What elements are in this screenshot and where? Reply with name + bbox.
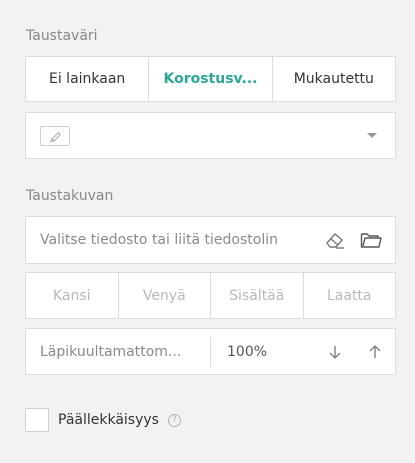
background-settings-panel: Taustaväri Ei lainkaan Korostusv... Muka… [0,0,415,463]
fit-tile-button[interactable]: Laatta [304,273,396,318]
mode-accent-button[interactable]: Korostusv... [149,57,273,101]
opacity-label: Läpikuultamattom... [26,336,211,367]
background-color-mode-selector: Ei lainkaan Korostusv... Mukautettu [25,56,396,102]
mode-custom-button[interactable]: Mukautettu [273,57,395,101]
arrow-up-icon[interactable] [355,337,395,367]
mode-none-button[interactable]: Ei lainkaan [26,57,150,101]
eraser-icon[interactable] [321,226,349,254]
color-select[interactable] [25,112,396,159]
background-image-label: Taustakuvan [26,188,114,204]
fit-cover-button[interactable]: Kansi [26,273,119,318]
overlap-option: Päällekkäisyys ? [25,408,181,432]
opacity-value-input[interactable]: 100% [211,344,315,360]
overlap-label: Päällekkäisyys [58,412,159,428]
opacity-control: Läpikuultamattom... 100% [25,328,396,375]
arrow-down-icon[interactable] [315,337,355,367]
background-image-input: Valitse tiedosto tai liitä tiedostolin [25,216,396,264]
image-fit-selector: Kansi Venyä Sisältää Laatta [25,272,396,319]
brush-icon [40,125,70,146]
help-icon[interactable]: ? [167,413,181,427]
file-url-input[interactable]: Valitse tiedosto tai liitä tiedostolin [40,232,313,248]
fit-contain-button[interactable]: Sisältää [211,273,304,318]
folder-icon[interactable] [357,226,385,254]
background-color-label: Taustaväri [26,28,98,44]
caret-down-icon[interactable] [367,133,377,138]
overlap-checkbox[interactable] [25,408,49,432]
fit-stretch-button[interactable]: Venyä [119,273,211,318]
